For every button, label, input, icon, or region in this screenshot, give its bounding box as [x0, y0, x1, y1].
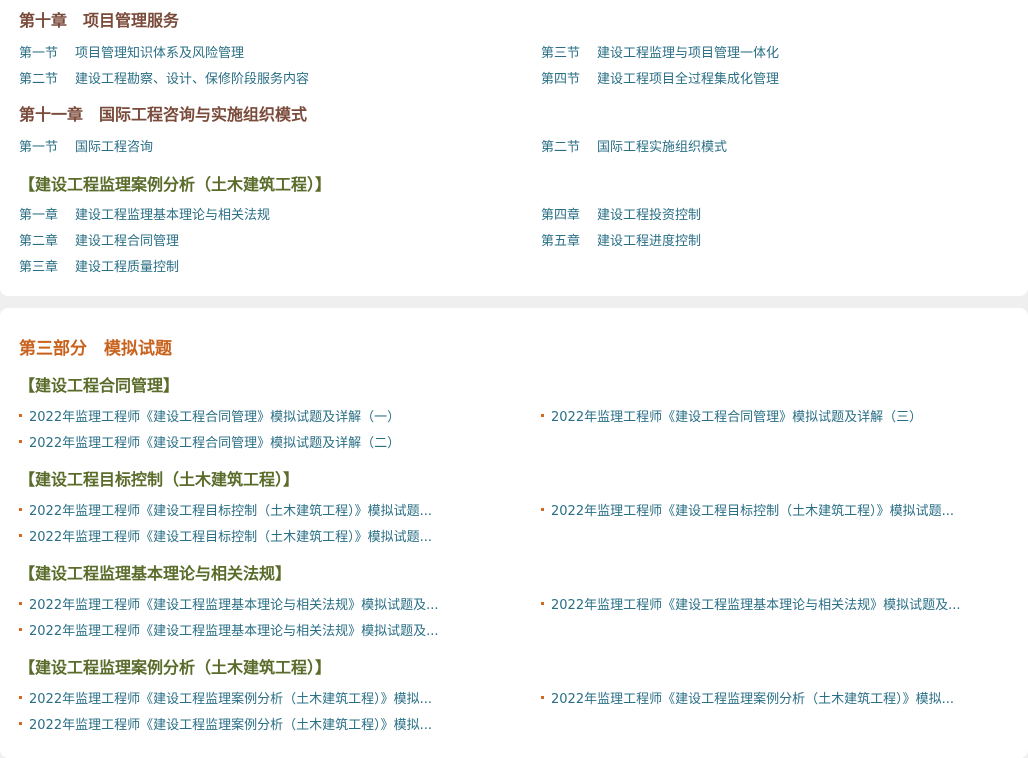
toc-link-label: 建设工程投资控制	[597, 208, 702, 223]
toc-link-label: 建设工程进度控制	[597, 234, 702, 249]
part-3-title: 第三部分 模拟试题	[19, 339, 172, 359]
bullet-icon	[19, 440, 22, 443]
toc-link-ch10-s3[interactable]: 第三节 建设工程监理与项目管理一体化	[541, 42, 779, 61]
toc-link-label: 国际工程实施组织模式	[597, 140, 728, 155]
toc-link-ch10-s1[interactable]: 第一节 项目管理知识体系及风险管理	[19, 42, 244, 61]
toc-link-case-ch1[interactable]: 第一章 建设工程监理基本理论与相关法规	[19, 204, 270, 223]
toc-link-ch11-s2[interactable]: 第二节 国际工程实施组织模式	[541, 136, 727, 155]
toc-link-number: 第五章	[541, 234, 581, 249]
exam-link[interactable]: 2022年监理工程师《建设工程监理基本理论与相关法规》模拟试题及...	[29, 620, 438, 639]
bullet-icon	[19, 414, 22, 417]
exam-link[interactable]: 2022年监理工程师《建设工程合同管理》模拟试题及详解（二）	[29, 432, 400, 451]
toc-link-number: 第三章	[19, 260, 59, 275]
toc-link-label: 建设工程监理与项目管理一体化	[597, 46, 780, 61]
group-title-case-analysis: 【建设工程监理案例分析（土木建筑工程）】	[19, 658, 332, 677]
toc-card: 第十章 项目管理服务 第一节 项目管理知识体系及风险管理 第三节 建设工程监理与项目…	[0, 0, 1028, 296]
group-title-contract: 【建设工程合同管理】	[19, 376, 180, 395]
toc-link-case-ch4[interactable]: 第四章 建设工程投资控制	[541, 204, 701, 223]
toc-link-label: 建设工程质量控制	[75, 260, 180, 275]
toc-link-number: 第四章	[541, 208, 581, 223]
bullet-icon	[541, 508, 544, 511]
toc-link-case-ch2[interactable]: 第二章 建设工程合同管理	[19, 230, 179, 249]
toc-link-number: 第一节	[19, 140, 59, 155]
toc-link-label: 项目管理知识体系及风险管理	[75, 46, 245, 61]
toc-link-case-ch5[interactable]: 第五章 建设工程进度控制	[541, 230, 701, 249]
toc-link-number: 第四节	[541, 72, 581, 87]
bullet-icon	[19, 696, 22, 699]
bullet-icon	[19, 628, 22, 631]
toc-link-number: 第二章	[19, 234, 59, 249]
toc-link-case-ch3[interactable]: 第三章 建设工程质量控制	[19, 256, 179, 275]
bullet-icon	[19, 722, 22, 725]
chapter-10-title: 第十章 项目管理服务	[19, 11, 180, 30]
bullet-icon	[19, 602, 22, 605]
exam-link[interactable]: 2022年监理工程师《建设工程合同管理》模拟试题及详解（一）	[29, 406, 400, 425]
exam-link[interactable]: 2022年监理工程师《建设工程监理案例分析（土木建筑工程）》模拟...	[551, 688, 954, 707]
mock-exam-card: 第三部分 模拟试题 【建设工程合同管理】 2022年监理工程师《建设工程合同管理…	[0, 308, 1028, 758]
toc-link-label: 国际工程咨询	[75, 140, 154, 155]
exam-link[interactable]: 2022年监理工程师《建设工程监理基本理论与相关法规》模拟试题及...	[29, 594, 438, 613]
exam-link[interactable]: 2022年监理工程师《建设工程合同管理》模拟试题及详解（三）	[551, 406, 922, 425]
exam-link[interactable]: 2022年监理工程师《建设工程目标控制（土木建筑工程）》模拟试题...	[551, 500, 954, 519]
bullet-icon	[19, 534, 22, 537]
exam-link[interactable]: 2022年监理工程师《建设工程目标控制（土木建筑工程）》模拟试题...	[29, 500, 432, 519]
toc-link-ch10-s2[interactable]: 第二节 建设工程勘察、设计、保修阶段服务内容	[19, 68, 309, 87]
toc-link-number: 第一节	[19, 46, 59, 61]
group-title-theory-law: 【建设工程监理基本理论与相关法规】	[19, 564, 292, 583]
bullet-icon	[19, 508, 22, 511]
toc-link-label: 建设工程合同管理	[75, 234, 180, 249]
chapter-11-title: 第十一章 国际工程咨询与实施组织模式	[19, 105, 308, 124]
exam-link[interactable]: 2022年监理工程师《建设工程监理案例分析（土木建筑工程）》模拟...	[29, 688, 432, 707]
exam-link[interactable]: 2022年监理工程师《建设工程目标控制（土木建筑工程）》模拟试题...	[29, 526, 432, 545]
toc-link-number: 第一章	[19, 208, 59, 223]
toc-link-ch10-s4[interactable]: 第四节 建设工程项目全过程集成化管理	[541, 68, 779, 87]
toc-link-number: 第二节	[19, 72, 59, 87]
bullet-icon	[541, 602, 544, 605]
case-analysis-title: 【建设工程监理案例分析（土木建筑工程）】	[19, 175, 332, 194]
toc-link-number: 第三节	[541, 46, 581, 61]
exam-link[interactable]: 2022年监理工程师《建设工程监理案例分析（土木建筑工程）》模拟...	[29, 714, 432, 733]
bullet-icon	[541, 414, 544, 417]
toc-link-label: 建设工程监理基本理论与相关法规	[75, 208, 271, 223]
toc-link-number: 第二节	[541, 140, 581, 155]
toc-link-label: 建设工程项目全过程集成化管理	[597, 72, 780, 87]
toc-link-label: 建设工程勘察、设计、保修阶段服务内容	[75, 72, 310, 87]
group-title-target-control: 【建设工程目标控制（土木建筑工程）】	[19, 470, 300, 489]
exam-link[interactable]: 2022年监理工程师《建设工程监理基本理论与相关法规》模拟试题及...	[551, 594, 960, 613]
toc-link-ch11-s1[interactable]: 第一节 国际工程咨询	[19, 136, 153, 155]
bullet-icon	[541, 696, 544, 699]
